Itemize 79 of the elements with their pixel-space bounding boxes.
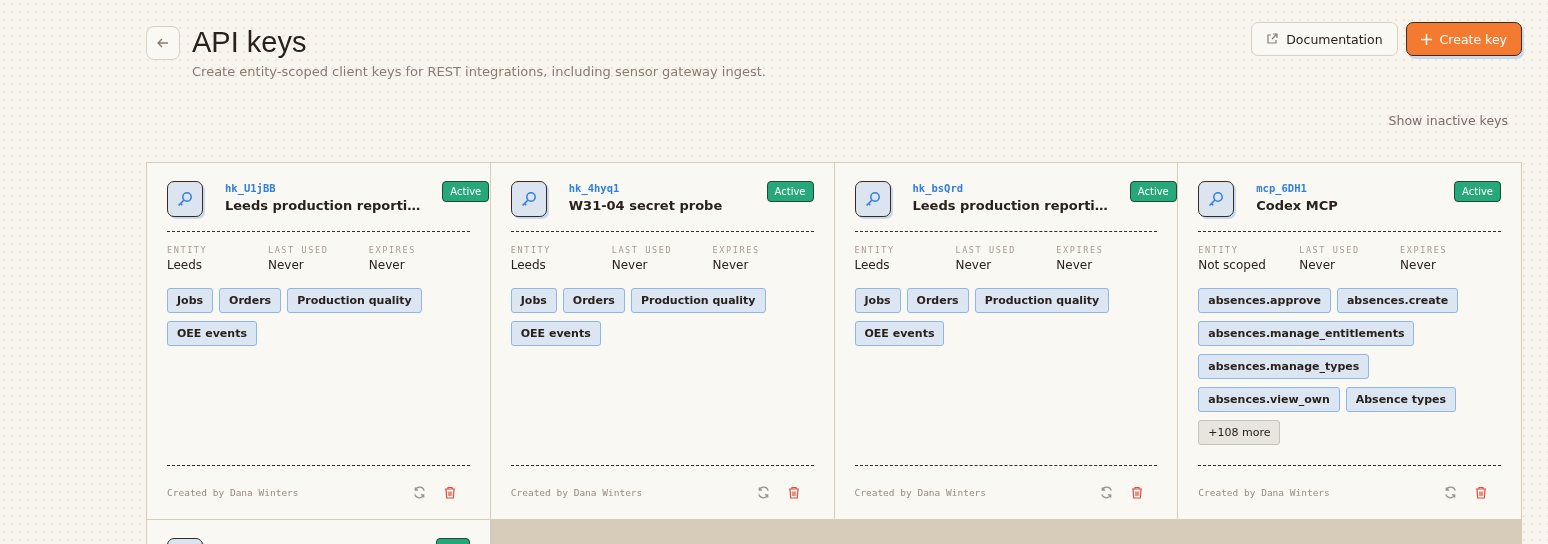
field-label: ENTITY	[1198, 245, 1240, 255]
status-badge: Active	[766, 181, 814, 202]
scope-tag: Orders	[219, 288, 282, 313]
refresh-icon[interactable]	[756, 486, 770, 499]
status-badge: Active	[1454, 181, 1501, 202]
field-value: Never	[712, 258, 750, 272]
field-label: EXPIRES	[1056, 245, 1105, 255]
page-title: API keys	[192, 25, 308, 60]
scope-tag: OEE events	[510, 321, 601, 346]
status-badge: Active	[442, 181, 490, 202]
field-value: Never	[955, 258, 993, 272]
field-value: Leeds	[510, 258, 547, 272]
field-value: Never	[267, 258, 305, 272]
field-value: Never	[1400, 258, 1437, 272]
created-by-text: Created by Dana Winters	[1198, 487, 1330, 498]
field-label: ENTITY	[167, 245, 209, 255]
created-by-text: Created by Dana Winters	[854, 487, 987, 498]
scope-tag: absences.create	[1336, 288, 1459, 313]
scope-tag: OEE events	[854, 321, 945, 346]
field-label: LAST USED	[955, 245, 1017, 255]
trash-icon[interactable]	[787, 486, 800, 499]
field-value: Never	[1056, 258, 1094, 272]
refresh-icon[interactable]	[1444, 486, 1457, 499]
scope-tag: Orders	[562, 288, 625, 313]
back-arrow-icon	[156, 36, 170, 50]
more-scopes-tag: +108 more	[1198, 420, 1281, 445]
scope-tag: OEE events	[167, 321, 257, 346]
key-icon	[1198, 181, 1235, 217]
scope-tag: absences.approve	[1198, 288, 1331, 313]
trash-icon[interactable]	[443, 486, 456, 499]
field-label: ENTITY	[510, 245, 553, 255]
key-name: Leeds production reporti…	[225, 198, 421, 213]
scope-tag: absences.manage_entitlements	[1198, 321, 1415, 346]
created-by-text: Created by Dana Winters	[510, 487, 643, 498]
key-icon	[510, 181, 547, 217]
scope-tag: Production quality	[287, 288, 422, 313]
field-value: Never	[1299, 258, 1336, 272]
field-label: ENTITY	[854, 245, 896, 255]
create-key-button[interactable]: Create key	[1405, 22, 1522, 56]
field-label: LAST USED	[267, 245, 330, 255]
field-label: LAST USED	[611, 245, 674, 255]
documentation-button[interactable]: Documentation	[1251, 22, 1398, 56]
key-name: Codex MCP	[1256, 198, 1339, 213]
page-subtitle: Create entity-scoped client keys for REST integrations, including sensor gateway ingest.	[192, 64, 766, 79]
trash-icon[interactable]	[1475, 486, 1487, 499]
scope-tag: absences.view_own	[1198, 387, 1340, 412]
back-button[interactable]	[146, 26, 180, 60]
field-value: Never	[368, 258, 406, 272]
field-value: Never	[611, 258, 649, 272]
refresh-icon[interactable]	[412, 486, 426, 499]
scope-tag: Absence types	[1345, 387, 1457, 412]
field-label: EXPIRES	[368, 245, 417, 255]
field-label: EXPIRES	[1400, 245, 1449, 255]
scope-tag: Production quality	[630, 288, 766, 313]
scope-tag: Production quality	[974, 288, 1110, 313]
scope-tag: Jobs	[854, 288, 901, 313]
field-label: EXPIRES	[712, 245, 761, 255]
plus-icon	[1420, 33, 1432, 45]
scope-tag: Jobs	[510, 288, 557, 313]
scope-tag: absences.manage_types	[1198, 354, 1370, 379]
key-icon	[167, 181, 203, 217]
key-icon	[854, 181, 891, 217]
key-name: Leeds production reporti…	[912, 198, 1108, 213]
created-by-text: Created by Dana Winters	[167, 487, 299, 498]
field-label: LAST USED	[1299, 245, 1361, 255]
key-id: mcp_6DH1	[1256, 182, 1308, 194]
field-value: Not scoped	[1198, 258, 1267, 272]
status-badge: Active	[1129, 181, 1177, 202]
trash-icon[interactable]	[1131, 486, 1144, 499]
scope-tag: Orders	[906, 288, 969, 313]
key-id: hk_bsQrd	[912, 182, 965, 194]
key-id: hk_U1jBB	[225, 182, 277, 194]
refresh-icon[interactable]	[1100, 486, 1114, 499]
field-value: Leeds	[167, 258, 204, 272]
key-id: hk_4hyq1	[568, 182, 621, 194]
scope-tag: Jobs	[167, 288, 214, 313]
field-value: Leeds	[854, 258, 891, 272]
external-link-icon	[1266, 33, 1279, 45]
key-name: W31-04 secret probe	[568, 198, 724, 213]
